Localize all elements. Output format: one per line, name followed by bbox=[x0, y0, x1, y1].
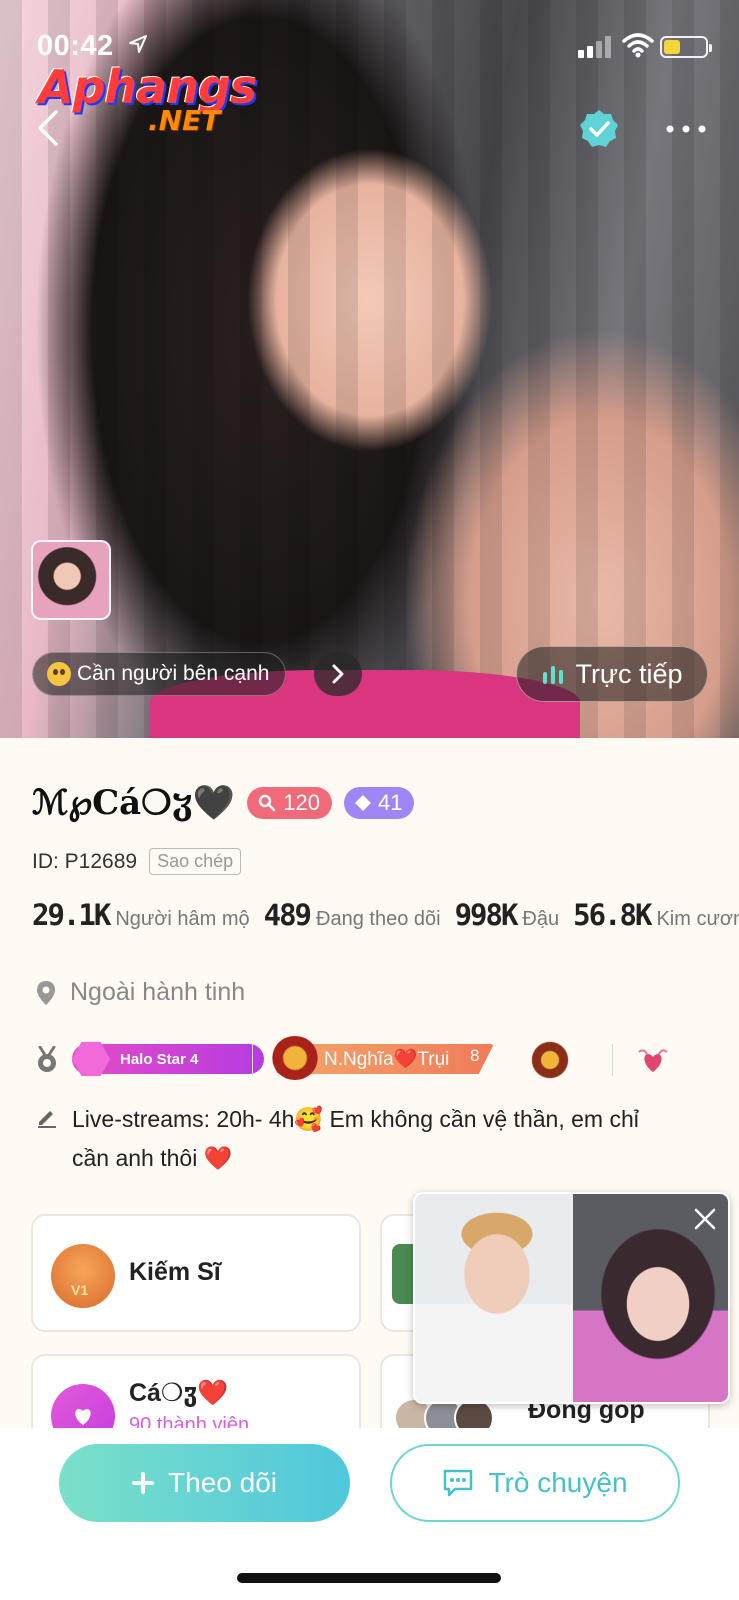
profile-name-row: ℳ℘Cá❍ჳ🖤 120 41 bbox=[32, 778, 415, 828]
chevron-right-icon bbox=[332, 664, 344, 684]
battery-icon bbox=[660, 36, 712, 58]
photo-thumbnail[interactable] bbox=[31, 540, 111, 620]
chat-label: Trò chuyện bbox=[488, 1467, 628, 1498]
picture-in-picture-live[interactable] bbox=[413, 1192, 730, 1404]
fans-label: Người hâm mộ bbox=[115, 908, 250, 930]
beans-label: Đậu bbox=[522, 908, 560, 930]
live-label: Trực tiếp bbox=[575, 658, 683, 689]
badge-divider bbox=[252, 1044, 253, 1076]
user-level-value: 120 bbox=[283, 790, 320, 815]
winged-heart-icon[interactable] bbox=[636, 1044, 670, 1076]
rank-card[interactable]: Kiếm Sĩ bbox=[31, 1214, 361, 1332]
signal-icon bbox=[578, 36, 611, 58]
fan-club-level: 8 bbox=[470, 1046, 480, 1065]
map-pin-icon bbox=[37, 980, 55, 1005]
diamond-level-value: 41 bbox=[377, 790, 403, 815]
more-options-icon[interactable] bbox=[664, 118, 708, 140]
diamonds-count: 56.8K bbox=[573, 898, 652, 932]
location-row: Ngoài hành tinh bbox=[36, 978, 245, 1007]
close-icon[interactable] bbox=[692, 1206, 718, 1232]
wifi-icon bbox=[622, 33, 654, 58]
flushed-emoji-icon bbox=[47, 662, 71, 686]
badge-divider bbox=[612, 1044, 613, 1076]
profile-name: ℳ℘Cá❍ჳ🖤 bbox=[32, 783, 236, 823]
diamonds-label: Kim cương bbox=[656, 908, 739, 930]
mood-text: Cần người bên cạnh bbox=[77, 662, 270, 685]
bio-row: Live-streams: 20h- 4h🥰 Em không cần vệ t… bbox=[36, 1100, 676, 1178]
medal-icon bbox=[38, 1046, 56, 1072]
rank-title: Kiếm Sĩ bbox=[129, 1258, 221, 1286]
bio-line-2: cần anh thôi ❤️ bbox=[72, 1145, 233, 1171]
level-key-icon bbox=[259, 794, 276, 812]
status-bar: 00:42 bbox=[0, 28, 739, 64]
home-indicator[interactable] bbox=[237, 1573, 501, 1583]
mood-status-pill[interactable]: Cần người bên cạnh bbox=[32, 652, 287, 696]
fans-count[interactable]: 29.1K bbox=[32, 898, 111, 932]
mood-next-button[interactable] bbox=[314, 652, 362, 696]
rank-crest-icon[interactable] bbox=[530, 1040, 570, 1080]
verified-badge-icon[interactable] bbox=[578, 108, 620, 150]
pencil-icon bbox=[38, 1111, 56, 1128]
diamond-level-badge[interactable]: 41 bbox=[343, 787, 415, 819]
heart-icon bbox=[75, 1409, 91, 1425]
diamond-icon bbox=[354, 795, 371, 811]
back-arrow-icon[interactable] bbox=[34, 108, 64, 148]
sword-rank-icon bbox=[51, 1244, 115, 1308]
status-time: 00:42 bbox=[37, 30, 114, 62]
copy-id-button[interactable]: Sao chép bbox=[149, 848, 242, 875]
bio-text: Live-streams: 20h- 4h🥰 Em không cần vệ t… bbox=[72, 1100, 639, 1178]
badges-row: Halo Star 4 N.Nghĩa❤️Trụi 8 bbox=[36, 1036, 716, 1080]
bio-line-1: Live-streams: 20h- 4h🥰 Em không cần vệ t… bbox=[72, 1106, 639, 1132]
chat-bubble-icon bbox=[444, 1469, 473, 1497]
live-stream-button[interactable]: Trực tiếp bbox=[516, 646, 708, 702]
user-id: ID: P12689 bbox=[32, 849, 138, 873]
halo-star-badge[interactable]: Halo Star 4 bbox=[72, 1041, 264, 1077]
live-bars-icon bbox=[543, 666, 564, 684]
battery-level bbox=[664, 40, 680, 54]
location-arrow-icon bbox=[129, 35, 147, 53]
user-id-row: ID: P12689 Sao chép bbox=[32, 848, 242, 875]
fan-crest-icon bbox=[272, 1036, 318, 1080]
halo-star-label: Halo Star 4 bbox=[120, 1050, 199, 1068]
follow-button[interactable]: Theo dõi bbox=[59, 1444, 350, 1522]
plus-icon bbox=[132, 1472, 155, 1494]
following-label: Đang theo dõi bbox=[316, 908, 441, 930]
location-text: Ngoài hành tinh bbox=[70, 978, 246, 1006]
profile-cover-photo[interactable]: 00:42 Aphangs .NET Cần người bên cạnh Tr… bbox=[0, 0, 739, 738]
fan-club-label: N.Nghĩa❤️Trụi bbox=[324, 1049, 450, 1070]
watermark-logo: Aphangs .NET bbox=[38, 60, 258, 140]
follow-label: Theo dõi bbox=[168, 1467, 277, 1498]
club-name: Cá❍ჳ❤️ bbox=[129, 1379, 229, 1407]
user-level-badge[interactable]: 120 bbox=[247, 787, 332, 819]
following-count[interactable]: 489 bbox=[264, 898, 312, 932]
beans-count: 998K bbox=[454, 898, 519, 932]
pip-streamer-left bbox=[415, 1194, 573, 1402]
chat-button[interactable]: Trò chuyện bbox=[390, 1444, 680, 1522]
halo-hex-icon bbox=[72, 1041, 110, 1077]
watermark-sub: .NET bbox=[148, 104, 221, 137]
stats-row: 29.1K Người hâm mộ 489 Đang theo dõi 998… bbox=[32, 898, 739, 932]
